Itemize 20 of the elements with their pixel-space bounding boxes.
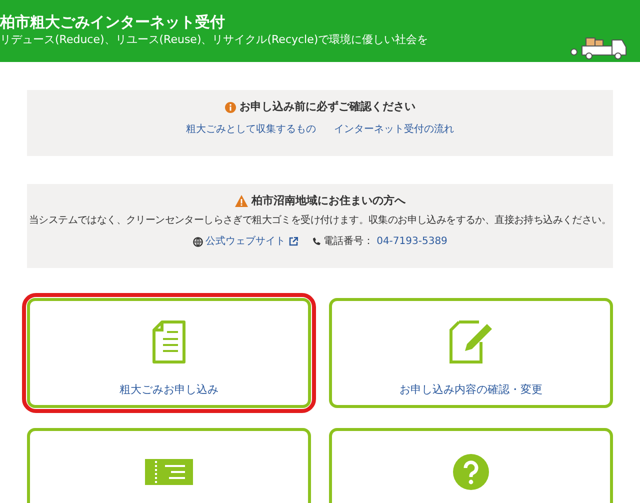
phone-number: 04-7193-5389 xyxy=(376,235,448,249)
globe-icon xyxy=(192,236,203,246)
external-link-icon xyxy=(288,237,298,246)
notice-title: お申し込み前に必ずご確認ください xyxy=(240,99,416,115)
website-link[interactable]: 公式ウェブサイト xyxy=(206,234,286,249)
menu-card[interactable]: 粗大ごみお申し込み xyxy=(27,298,311,408)
document-icon xyxy=(151,320,187,364)
warning-icon xyxy=(234,195,248,207)
notice-title: 柏市沼南地域にお住まいの方へ xyxy=(252,193,406,209)
phone-label: 電話番号： xyxy=(324,234,374,249)
help-icon xyxy=(453,454,489,490)
pencil-note-icon xyxy=(449,320,493,364)
notice-link[interactable]: 粗大ごみとして収集するもの xyxy=(186,122,316,137)
ticket-icon xyxy=(145,459,193,485)
info-icon xyxy=(224,102,236,112)
site-subtitle: リデュース(Reduce)、リユース(Reuse)、リサイクル(Recycle)で環境に優しい社会を xyxy=(0,32,428,48)
phone-icon xyxy=(312,237,321,246)
notice-text: 当システムではなく、クリーンセンターしらさぎで粗大ゴミを受け付けます。収集のお申し込みをするか、直接お持ち込みください。 xyxy=(28,214,611,228)
menu-card[interactable]: お申し込み内容の確認・変更 xyxy=(329,298,613,408)
notice-link[interactable]: インターネット受付の流れ xyxy=(334,122,454,137)
